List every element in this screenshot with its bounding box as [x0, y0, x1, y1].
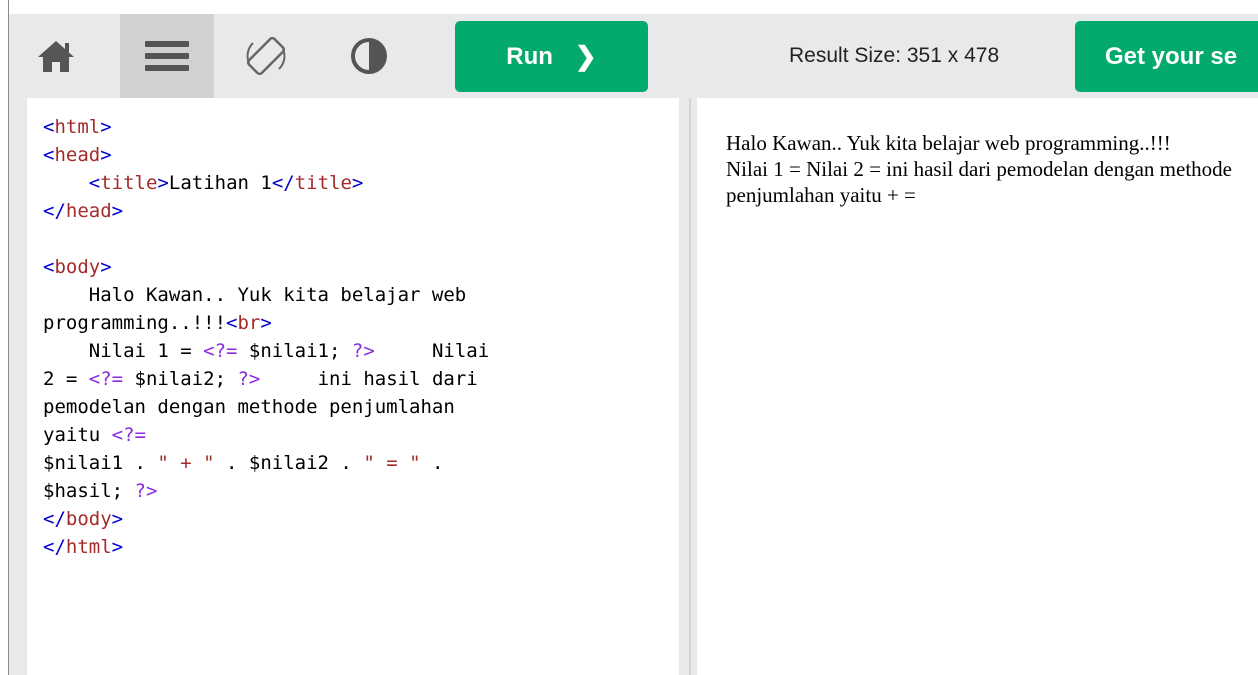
code-line[interactable]: <body> [43, 253, 679, 281]
hamburger-menu-icon [145, 41, 189, 71]
result-panel: Halo Kawan.. Yuk kita belajar web progra… [697, 98, 1258, 675]
code-line[interactable]: programming..!!!<br> [43, 309, 679, 337]
code-line[interactable]: </body> [43, 505, 679, 533]
chevron-right-icon: ❯ [574, 41, 597, 71]
code-line[interactable] [43, 225, 679, 253]
home-button[interactable] [9, 14, 103, 98]
code-line[interactable]: $nilai1 . " + " . $nilai2 . " = " . [43, 449, 679, 477]
rotate-orientation-icon [246, 36, 286, 76]
code-line[interactable]: $hasil; ?> [43, 477, 679, 505]
code-content[interactable]: <html> <head> <title>Latihan 1</title> </h… [27, 98, 679, 561]
result-size-label: Result Size: 351 x 478 [789, 44, 1000, 67]
contrast-theme-icon [351, 38, 387, 74]
work-area: <html> <head> <title>Latihan 1</title> </h… [9, 98, 1258, 675]
rotate-orientation-button[interactable] [219, 14, 313, 98]
code-line[interactable]: </head> [43, 197, 679, 225]
code-line[interactable]: 2 = <?= $nilai2; ?> ini hasil dari [43, 365, 679, 393]
result-output: Halo Kawan.. Yuk kita belajar web progra… [697, 98, 1256, 208]
code-line[interactable]: <html> [43, 113, 679, 141]
code-line[interactable]: <head> [43, 141, 679, 169]
run-label: Run [506, 42, 553, 70]
top-strip [0, 0, 1258, 14]
toolbar: Run ❯ Result Size: 351 x 478 Get your se [9, 14, 1258, 98]
get-your-site-button[interactable]: Get your se [1075, 21, 1258, 92]
code-line[interactable]: Halo Kawan.. Yuk kita belajar web [43, 281, 679, 309]
code-line[interactable]: </html> [43, 533, 679, 561]
theme-toggle-button[interactable] [322, 14, 416, 98]
code-line[interactable]: <title>Latihan 1</title> [43, 169, 679, 197]
panel-splitter[interactable] [679, 98, 697, 675]
code-editor[interactable]: <html> <head> <title>Latihan 1</title> </h… [27, 98, 679, 675]
code-line[interactable]: yaitu <?= [43, 421, 679, 449]
home-icon [38, 41, 74, 72]
code-line[interactable]: Nilai 1 = <?= $nilai1; ?> Nilai [43, 337, 679, 365]
result-line-1: Halo Kawan.. Yuk kita belajar web progra… [726, 131, 1171, 155]
splitter-handle[interactable] [689, 98, 691, 675]
run-button[interactable]: Run ❯ [455, 21, 648, 92]
result-line-2: Nilai 1 = Nilai 2 = ini hasil dari pemod… [726, 157, 1232, 207]
code-line[interactable]: pemodelan dengan methode penjumlahan [43, 393, 679, 421]
menu-button[interactable] [120, 14, 214, 98]
